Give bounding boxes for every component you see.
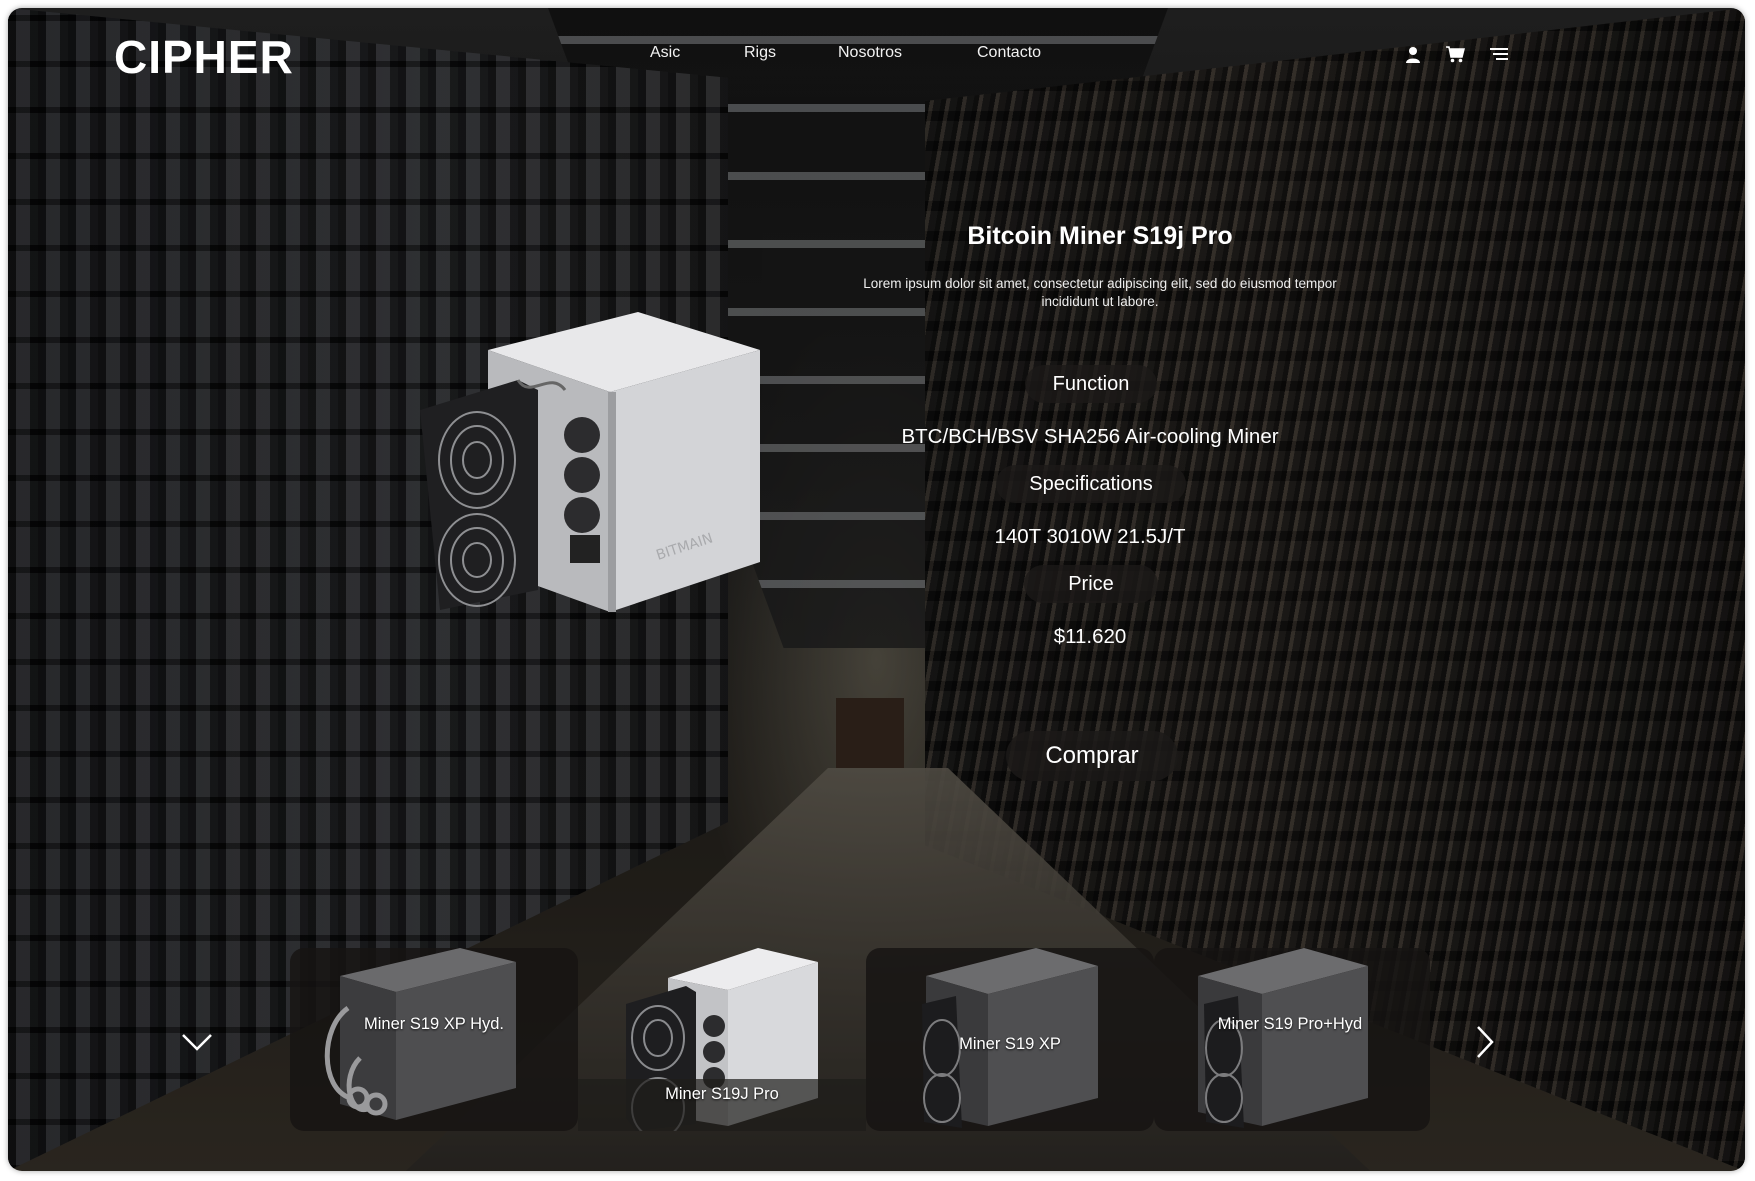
user-icon[interactable] bbox=[1403, 44, 1423, 64]
function-label: Function bbox=[1025, 365, 1157, 403]
menu-icon[interactable] bbox=[1489, 44, 1509, 64]
product-title: Bitcoin Miner S19j Pro bbox=[967, 222, 1233, 250]
carousel-card-label: Miner S19 Pro+Hyd bbox=[1217, 1015, 1363, 1033]
hero-miner-image: BITMAIN bbox=[420, 310, 770, 630]
carousel-card-label: Miner S19J Pro bbox=[665, 1085, 779, 1103]
nav-link-rigs[interactable]: Rigs bbox=[744, 44, 776, 62]
nav-link-contacto[interactable]: Contacto bbox=[977, 44, 1041, 62]
miner-thumbnail bbox=[1198, 948, 1368, 1128]
carousel-card-s19-pro-hyd[interactable]: Miner S19 Pro+Hyd bbox=[1154, 948, 1430, 1131]
product-description: Lorem ipsum dolor sit amet, consectetur … bbox=[863, 276, 1337, 309]
carousel-card-label: Miner S19 XP Hyd. bbox=[363, 1015, 504, 1033]
carousel-card-s19-xp[interactable]: Miner S19 XP bbox=[866, 948, 1154, 1131]
chevron-down-icon[interactable] bbox=[180, 1025, 214, 1059]
specifications-label: Specifications bbox=[996, 465, 1186, 503]
carousel-card-s19-xp-hyd[interactable]: Miner S19 XP Hyd. bbox=[290, 948, 578, 1131]
price-label: Price bbox=[1024, 565, 1158, 603]
nav-link-nosotros[interactable]: Nosotros bbox=[838, 44, 902, 62]
nav-link-asic[interactable]: Asic bbox=[650, 44, 680, 62]
price-value: $11.620 bbox=[1053, 625, 1127, 648]
chevron-right-icon[interactable] bbox=[1468, 1025, 1502, 1059]
function-value: BTC/BCH/BSV SHA256 Air-cooling Miner bbox=[901, 425, 1279, 448]
carousel-card-s19j-pro[interactable]: Miner S19J Pro bbox=[578, 948, 866, 1131]
buy-button[interactable]: Comprar bbox=[1006, 731, 1178, 781]
cart-icon[interactable] bbox=[1445, 44, 1465, 64]
specifications-value: 140T 3010W 21.5J/T bbox=[994, 525, 1186, 548]
miner-thumbnail bbox=[324, 948, 516, 1120]
brand-logo[interactable]: CIPHER bbox=[114, 30, 294, 84]
carousel-card-label: Miner S19 XP bbox=[959, 1035, 1061, 1053]
product-carousel: Miner S19 XP Hyd. Miner S19J Pro Miner S… bbox=[282, 948, 1440, 1131]
